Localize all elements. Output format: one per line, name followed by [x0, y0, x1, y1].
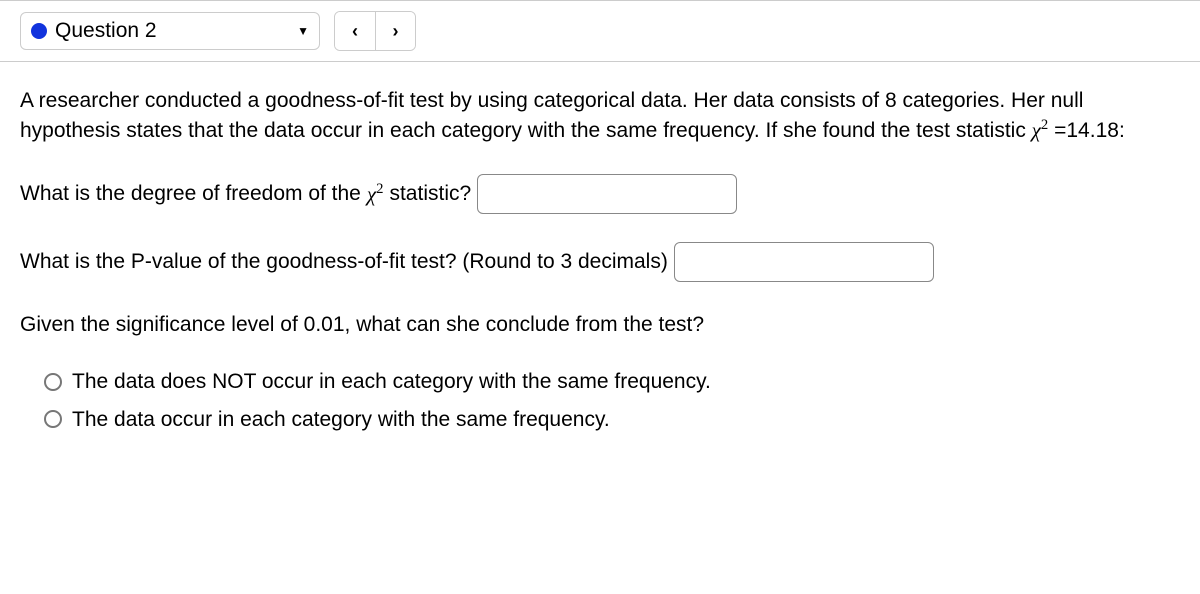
nav-buttons: ‹ ›: [334, 11, 416, 51]
degrees-of-freedom-input[interactable]: [477, 174, 737, 214]
question-selector-label: Question 2: [55, 19, 157, 43]
intro-post: :: [1119, 119, 1125, 142]
caret-down-icon: ▼: [297, 24, 309, 38]
radio-icon[interactable]: [44, 410, 62, 428]
question-content: A researcher conducted a goodness-of-fit…: [0, 62, 1200, 466]
degrees-of-freedom-row: What is the degree of freedom of the χ2 …: [20, 174, 1180, 214]
question-selector-left: Question 2: [31, 19, 157, 43]
option-same-frequency[interactable]: The data occur in each category with the…: [44, 405, 1180, 434]
chi-squared-symbol: χ2: [1032, 118, 1049, 142]
top-bar: Question 2 ▼ ‹ ›: [0, 1, 1200, 62]
conclusion-options: The data does NOT occur in each category…: [20, 367, 1180, 434]
intro-text-pre: A researcher conducted a goodness-of-fit…: [20, 89, 1083, 142]
option-label: The data does NOT occur in each category…: [72, 367, 711, 396]
next-button[interactable]: ›: [375, 12, 415, 50]
q3-text: Given the significance level of 0.01, wh…: [20, 313, 704, 336]
option-label: The data occur in each category with the…: [72, 405, 610, 434]
radio-icon[interactable]: [44, 373, 62, 391]
q1-pre: What is the degree of freedom of the: [20, 179, 361, 208]
status-dot-icon: [31, 23, 47, 39]
option-not-same-frequency[interactable]: The data does NOT occur in each category…: [44, 367, 1180, 396]
p-value-input[interactable]: [674, 242, 934, 282]
test-statistic-value: 14.18: [1066, 119, 1119, 142]
question-intro: A researcher conducted a goodness-of-fit…: [20, 86, 1180, 146]
chevron-right-icon: ›: [393, 21, 399, 42]
question-selector[interactable]: Question 2 ▼: [20, 12, 320, 50]
chi-letter: χ: [1032, 118, 1041, 142]
chi-exponent-q1: 2: [376, 181, 383, 197]
chi-letter-q1: χ: [367, 182, 376, 206]
p-value-row: What is the P-value of the goodness-of-f…: [20, 242, 1180, 282]
intro-mid: =: [1048, 119, 1066, 142]
q1-post: statistic?: [389, 179, 471, 208]
prev-button[interactable]: ‹: [335, 12, 375, 50]
chevron-left-icon: ‹: [352, 21, 358, 42]
q2-text: What is the P-value of the goodness-of-f…: [20, 247, 668, 276]
chi-squared-symbol-q1: χ2: [367, 179, 384, 209]
conclusion-prompt: Given the significance level of 0.01, wh…: [20, 310, 1180, 339]
